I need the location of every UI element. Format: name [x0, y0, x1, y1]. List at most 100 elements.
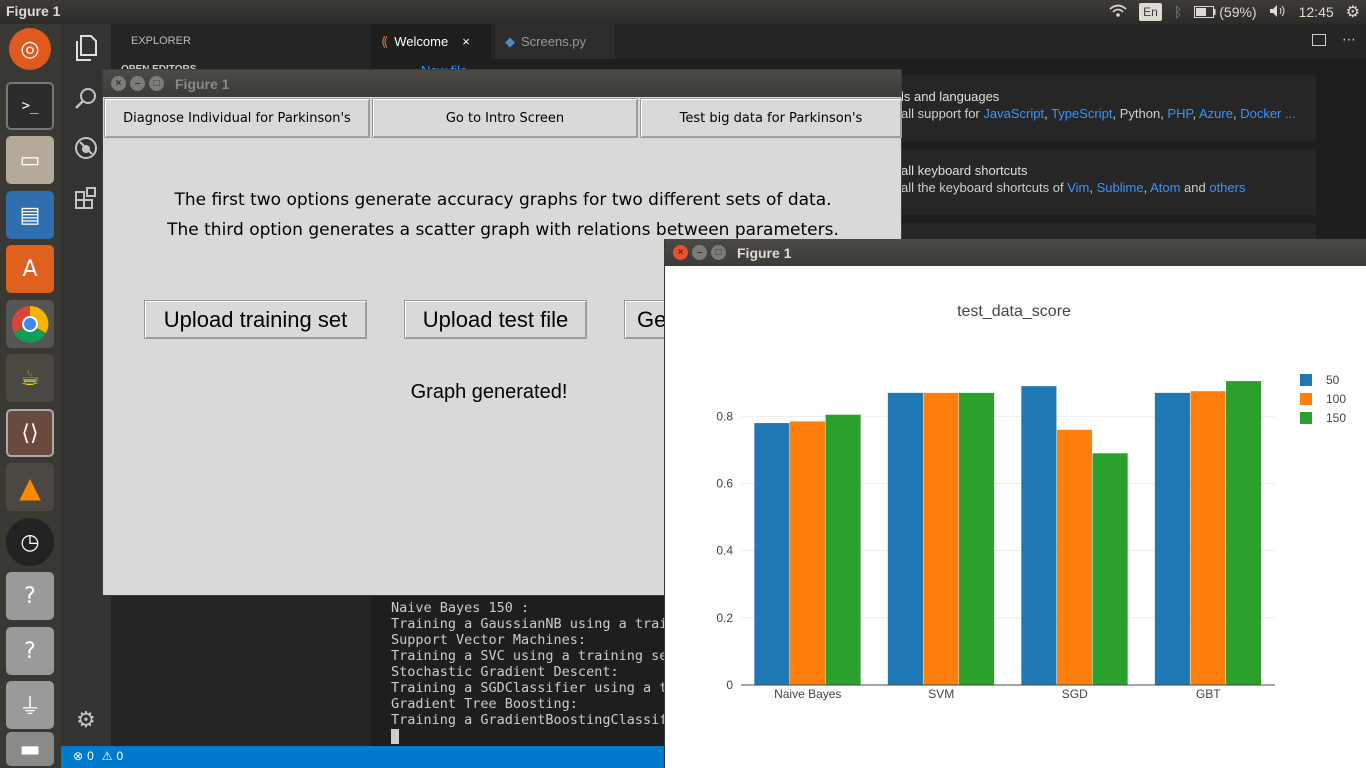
- volume-icon[interactable]: [1269, 4, 1287, 21]
- card-title: ls and languages: [901, 89, 1000, 104]
- clock-time[interactable]: 12:45: [1299, 4, 1334, 20]
- chrome-icon[interactable]: [6, 300, 54, 348]
- error-count: 0: [87, 749, 94, 763]
- maximize-icon[interactable]: □: [711, 245, 726, 260]
- card-title: all keyboard shortcuts: [901, 163, 1028, 178]
- close-icon[interactable]: ×: [111, 76, 126, 91]
- ubuntu-icon[interactable]: ◎: [9, 28, 51, 70]
- explorer-files-icon[interactable]: [61, 24, 111, 72]
- legend-swatch: [1300, 412, 1312, 424]
- unity-launcher: ◎ >_ ▭ ▤ A ☕ ⟨⟩ ▲ ◷ ? ? ⏚ ▬: [0, 24, 61, 768]
- x-tick-label: SVM: [928, 687, 954, 701]
- chart-title: test_data_score: [957, 303, 1071, 320]
- x-tick-label: Naive Bayes: [774, 687, 841, 701]
- usb-icon[interactable]: ⏚: [6, 681, 54, 729]
- legend-label: 100: [1326, 392, 1346, 406]
- manage-gear-icon[interactable]: ⚙: [61, 696, 111, 744]
- maximize-icon[interactable]: □: [149, 76, 164, 91]
- bar: [1154, 392, 1190, 685]
- clock-icon[interactable]: ◷: [6, 518, 54, 566]
- unknown-icon[interactable]: ?: [6, 627, 54, 675]
- y-tick-label: 0.4: [716, 544, 733, 558]
- more-actions-icon[interactable]: ⋯: [1342, 32, 1356, 48]
- vscode-logo-icon: ⟪: [381, 33, 389, 49]
- files-icon[interactable]: ▭: [6, 136, 54, 184]
- window-titlebar[interactable]: × – □ Figure 1: [103, 70, 901, 97]
- terminal-cursor: [391, 728, 399, 744]
- split-editor-icon[interactable]: [1312, 34, 1326, 46]
- settings-gear-icon[interactable]: ⚙: [1346, 2, 1360, 22]
- keyboard-language-indicator[interactable]: En: [1139, 3, 1162, 21]
- legend-label: 50: [1326, 373, 1340, 387]
- error-icon: ⊗: [73, 749, 84, 763]
- terminal-line: Naive Bayes 150 :: [391, 600, 530, 616]
- teapot-icon[interactable]: ☕: [6, 354, 54, 402]
- warning-count: 0: [116, 749, 124, 763]
- bar: [959, 392, 995, 685]
- system-top-bar: Figure 1 En ᛒ (59%) 12:45 ⚙: [0, 0, 1366, 24]
- x-tick-label: SGD: [1062, 687, 1088, 701]
- bluetooth-icon[interactable]: ᛒ: [1174, 4, 1182, 20]
- welcome-card-shortcuts[interactable]: all keyboard shortcuts all the keyboard …: [891, 149, 1316, 215]
- window-titlebar[interactable]: × – □ Figure 1: [665, 239, 1366, 266]
- diagnose-individual-button[interactable]: Diagnose Individual for Parkinson's: [104, 98, 370, 138]
- window-title: Figure 1: [737, 245, 792, 261]
- tab-welcome[interactable]: ⟪ Welcome ×: [371, 24, 491, 59]
- terminal-icon[interactable]: >_: [6, 82, 54, 130]
- warning-icon: ⚠: [101, 749, 113, 763]
- vscode-icon[interactable]: ⟨⟩: [6, 409, 54, 457]
- vlc-icon[interactable]: ▲: [6, 463, 54, 511]
- bar: [1190, 391, 1226, 685]
- minimize-icon[interactable]: –: [130, 76, 145, 91]
- close-icon[interactable]: ×: [673, 245, 688, 260]
- bar: [1092, 453, 1128, 685]
- legend-swatch: [1300, 393, 1312, 405]
- welcome-card-languages[interactable]: ls and languages all support for JavaScr…: [891, 75, 1316, 141]
- tab-label: Welcome: [394, 34, 449, 49]
- go-to-intro-button[interactable]: Go to Intro Screen: [372, 98, 638, 138]
- y-tick-label: 0.8: [716, 409, 733, 423]
- chart-figure-window: × – □ Figure 1 test_data_score 0 0.2 0.4 0.…: [664, 239, 1366, 768]
- problems-indicator[interactable]: ⊗ 0 ⚠ 0: [73, 749, 123, 763]
- info-line-2: The third option generates a scatter gra…: [167, 220, 839, 240]
- upload-training-set-button[interactable]: Upload training set: [144, 300, 367, 339]
- python-file-icon: ◆: [505, 33, 515, 49]
- terminal-line: Stochastic Gradient Descent:: [391, 664, 619, 680]
- card-description: all the keyboard shortcuts of Vim, Subli…: [901, 180, 1246, 195]
- trash-icon[interactable]: ▬: [6, 732, 54, 766]
- terminal-line: Training a GradientBoostingClassif: [391, 712, 668, 728]
- explorer-title: EXPLORER: [131, 35, 191, 47]
- y-tick-label: 0: [726, 678, 733, 692]
- test-big-data-button[interactable]: Test big data for Parkinson's: [640, 98, 902, 138]
- terminal-line: Gradient Tree Boosting:: [391, 696, 578, 712]
- wifi-icon[interactable]: [1109, 4, 1127, 21]
- bar: [754, 423, 790, 685]
- info-line-1: The first two options generate accuracy …: [174, 190, 832, 210]
- battery-percent: (59%): [1219, 4, 1257, 20]
- legend-swatch: [1300, 374, 1312, 386]
- bar-chart: test_data_score 0 0.2 0.4 0.6 0.8 Naive Bayes…: [716, 303, 1346, 701]
- bar: [1021, 386, 1057, 685]
- tab-label: Screens.py: [521, 34, 587, 49]
- card-description: all support for JavaScript, TypeScript, …: [901, 106, 1296, 121]
- terminal-line: Support Vector Machines:: [391, 632, 587, 648]
- y-tick-label: 0.6: [716, 477, 733, 491]
- close-icon[interactable]: ×: [462, 34, 470, 49]
- battery-icon: [1194, 6, 1216, 18]
- document-icon[interactable]: ▤: [6, 191, 54, 239]
- tab-screens-py[interactable]: ◆ Screens.py: [495, 24, 615, 59]
- x-tick-label: GBT: [1196, 687, 1221, 701]
- bar: [923, 392, 959, 685]
- unknown-icon[interactable]: ?: [6, 572, 54, 620]
- upload-test-file-button[interactable]: Upload test file: [404, 300, 587, 339]
- bar: [789, 421, 826, 685]
- terminal-line: Training a GaussianNB using a trai: [391, 616, 668, 632]
- bar: [1226, 381, 1262, 685]
- software-center-icon[interactable]: A: [6, 245, 54, 293]
- minimize-icon[interactable]: –: [692, 245, 707, 260]
- battery-indicator[interactable]: (59%): [1194, 4, 1257, 20]
- window-title: Figure 1: [175, 76, 230, 92]
- integrated-terminal[interactable]: Naive Bayes 150 : Training a GaussianNB u…: [371, 598, 671, 746]
- editor-tab-bar: ⟪ Welcome × ◆ Screens.py ⋯: [371, 24, 1366, 59]
- bar: [825, 414, 861, 685]
